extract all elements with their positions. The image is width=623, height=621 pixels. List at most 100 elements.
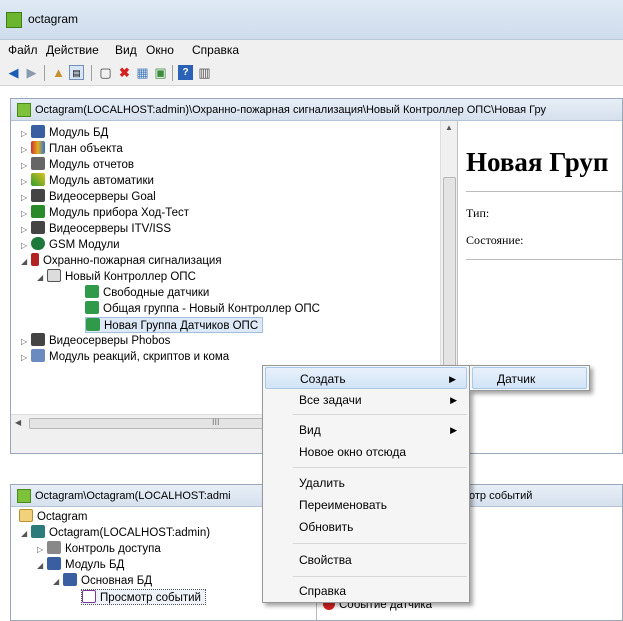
expand-arrow[interactable]: ▷ (21, 142, 31, 158)
folder-icon (19, 509, 33, 522)
expand-arrow[interactable]: ◢ (37, 558, 47, 574)
video-server-icon (31, 333, 45, 346)
tree-item[interactable]: ▷ План объекта (21, 141, 123, 157)
video-server-icon (31, 221, 45, 234)
copy-icon[interactable]: ▢ (98, 65, 113, 80)
tree-item[interactable]: ◢ Охранно-пожарная сигнализация (21, 253, 222, 269)
menu-help[interactable]: Справка (192, 43, 239, 57)
tree-item-label: Модуль отчетов (49, 159, 135, 171)
expand-arrow[interactable]: ◢ (53, 574, 63, 590)
expand-arrow[interactable]: ▷ (21, 190, 31, 206)
reactions-module-icon (31, 349, 45, 362)
menu-item-new-window[interactable]: Новое окно отсюда (265, 441, 467, 463)
expand-arrow[interactable]: ▷ (21, 238, 31, 254)
back-icon[interactable]: ◀ (6, 65, 21, 80)
scroll-left-icon[interactable]: ◀ (15, 418, 21, 427)
menu-window[interactable]: Окно (146, 43, 174, 57)
scrollbar-thumb[interactable] (443, 177, 456, 377)
database-module-icon (31, 125, 45, 138)
tree-item[interactable]: ▷ Видеосерверы Goal (21, 189, 156, 205)
up-folder-icon[interactable]: ▲ (51, 65, 66, 80)
menu-item-refresh[interactable]: Обновить (265, 516, 467, 538)
tree-item[interactable]: ▷ Видеосерверы Phobos (21, 333, 170, 349)
help-icon[interactable]: ? (178, 65, 193, 80)
submenu-arrow-icon: ▶ (449, 374, 456, 384)
tree-item[interactable]: ▷ Контроль доступа (37, 541, 161, 557)
menu-item-delete[interactable]: Удалить (265, 472, 467, 494)
menu-item-sensor[interactable]: Датчик (472, 367, 587, 389)
menu-item-create[interactable]: Создать ▶ (265, 367, 467, 389)
database-module-icon (47, 557, 61, 570)
tree-item[interactable]: ◢ Новый Контроллер ОПС (37, 269, 196, 285)
tree-item-label: Видеосерверы Phobos (49, 335, 171, 347)
expand-arrow[interactable]: ▷ (21, 222, 31, 238)
tree-item[interactable]: ▷ GSM Модули (21, 237, 120, 253)
right-pane-title: отр событий (469, 490, 533, 502)
tree-item[interactable]: ◢ Octagram(LOCALHOST:admin) (21, 525, 210, 541)
menu-view[interactable]: Вид (115, 43, 137, 57)
expand-arrow[interactable]: ▷ (21, 158, 31, 174)
expand-arrow[interactable]: ▷ (21, 334, 31, 350)
tree-item[interactable]: ▷ Видеосерверы ITV/ISS (21, 221, 171, 237)
tree-item-label: Просмотр событий (100, 592, 201, 604)
tree-item-label: Основная БД (81, 575, 153, 587)
submenu-arrow-icon: ▶ (450, 395, 457, 405)
sensor-group-icon (85, 301, 99, 314)
event-viewer-icon (82, 590, 96, 603)
tree-item-label: Новый Контроллер ОПС (65, 271, 196, 283)
menu-file[interactable]: Файл (8, 43, 38, 57)
expand-arrow[interactable]: ◢ (21, 526, 31, 542)
type-label: Тип: (466, 206, 490, 220)
tree-item[interactable]: ◢ Основная БД (53, 573, 152, 589)
window-path: Octagram(LOCALHOST:admin)\Охранно-пожарн… (35, 104, 546, 116)
tree-item[interactable]: Octagram (19, 509, 88, 525)
group-heading: Новая Груп (466, 147, 609, 177)
tree-item-label: Octagram (37, 511, 88, 523)
expand-arrow[interactable]: ◢ (21, 254, 31, 270)
expand-arrow[interactable]: ▷ (37, 542, 47, 558)
tree-item-selected[interactable]: Новая Группа Датчиков ОПС (85, 317, 264, 333)
gsm-module-icon (31, 237, 45, 250)
delete-icon[interactable]: ✖ (117, 65, 132, 80)
menu-item-help[interactable]: Справка (265, 580, 467, 602)
tree-item-label: План объекта (49, 143, 123, 155)
app-icon (6, 12, 22, 28)
access-control-icon (47, 541, 61, 554)
expand-arrow[interactable]: ▷ (21, 126, 31, 142)
refresh-icon[interactable]: ▣ (153, 65, 168, 80)
tree-item-label: Модуль реакций, скриптов и кома (49, 351, 230, 363)
tree-item[interactable]: Свободные датчики (85, 285, 209, 301)
tree-item[interactable]: ▷ Модуль реакций, скриптов и кома (21, 349, 229, 365)
reports-module-icon (31, 157, 45, 170)
tree-item-label: Контроль доступа (65, 543, 161, 555)
tree-item[interactable]: Общая группа - Новый Контроллер ОПС (85, 301, 320, 317)
tree-item[interactable]: ◢ Модуль БД (37, 557, 124, 573)
tree-item[interactable]: ▷ Модуль прибора Ход-Тест (21, 205, 189, 221)
fire-alarm-icon (31, 253, 39, 266)
show-tree-icon[interactable]: ▤ (69, 65, 84, 80)
console-icon[interactable]: ▥ (197, 65, 212, 80)
octagram-icon (17, 103, 31, 117)
menu-action[interactable]: Действие (46, 43, 99, 57)
menu-item-label: Переименовать (299, 498, 387, 512)
expand-arrow[interactable]: ▷ (21, 206, 31, 222)
menu-item-rename[interactable]: Переименовать (265, 494, 467, 516)
server-icon (31, 525, 45, 538)
menu-item-view[interactable]: Вид ▶ (265, 419, 467, 441)
context-menu: Создать ▶ Все задачи ▶ Вид ▶ Новое окно отс… (262, 365, 470, 603)
sensor-group-icon (86, 318, 100, 331)
properties-icon[interactable]: ▦ (135, 65, 150, 80)
window-path: Octagram\Octagram(LOCALHOST:admi (35, 490, 231, 502)
tree-item[interactable]: ▷ Модуль отчетов (21, 157, 134, 173)
window-titlebar: Octagram(LOCALHOST:admin)\Охранно-пожарн… (11, 99, 622, 121)
menu-item-all-tasks[interactable]: Все задачи ▶ (265, 389, 467, 411)
tree-item-selected[interactable]: Просмотр событий (81, 589, 206, 605)
expand-arrow[interactable]: ▷ (21, 174, 31, 190)
scroll-up-icon[interactable]: ▲ (445, 123, 453, 132)
forward-icon[interactable]: ▶ (24, 65, 39, 80)
expand-arrow[interactable]: ◢ (37, 270, 47, 286)
expand-arrow[interactable]: ▷ (21, 350, 31, 366)
menu-item-properties[interactable]: Свойства (265, 549, 467, 571)
tree-item[interactable]: ▷ Модуль БД (21, 125, 108, 141)
tree-item[interactable]: ▷ Модуль автоматики (21, 173, 154, 189)
